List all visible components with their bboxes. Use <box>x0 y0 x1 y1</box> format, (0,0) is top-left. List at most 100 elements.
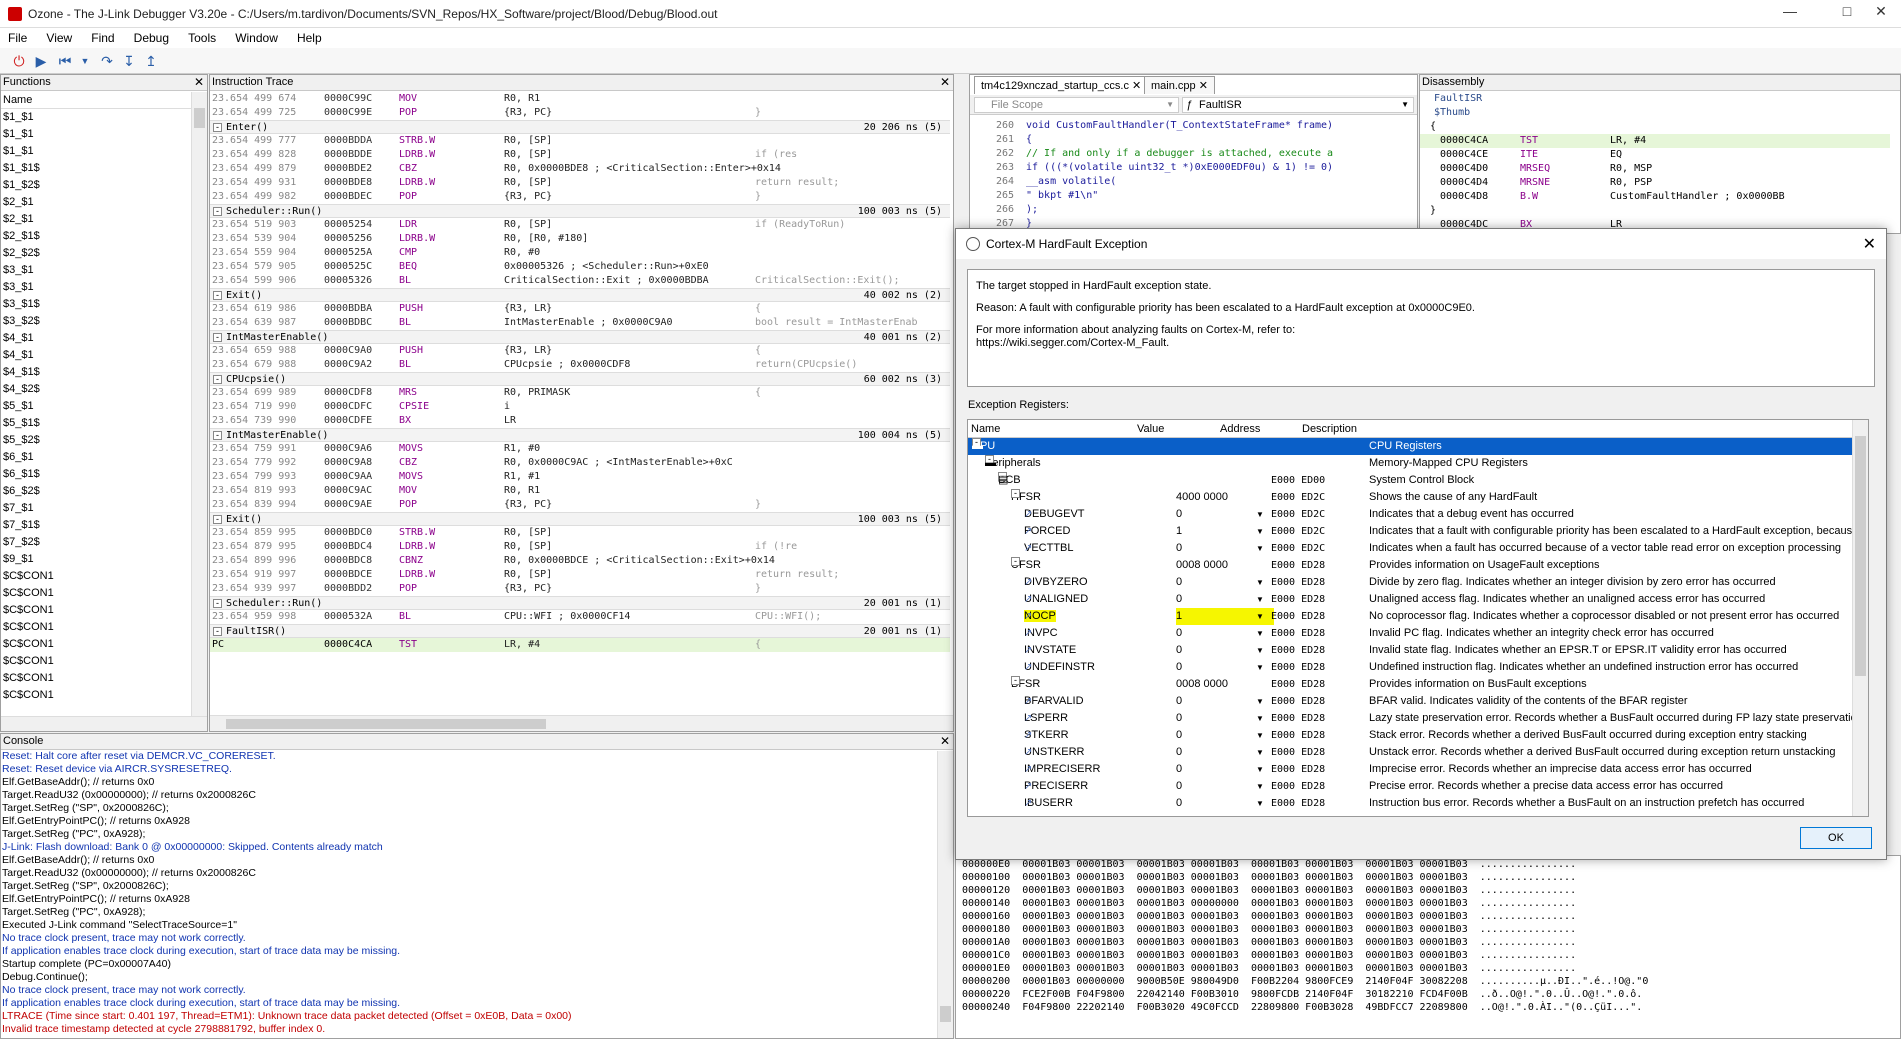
collapse-toggle-icon[interactable]: - <box>213 627 222 636</box>
trace-row[interactable]: 23.654 699 989 0000CDF8 MRS R0, PRIMASK { <box>210 386 950 400</box>
chevron-down-icon[interactable]: ▼ <box>1256 761 1264 778</box>
memory-row[interactable]: 000001A0 00001B03 00001B03 00001B03 0000… <box>956 936 1648 949</box>
function-list-item[interactable]: $1_$1$ <box>1 160 191 177</box>
memory-row[interactable]: 00000200 00001B03 00000000 9000B50E 9800… <box>956 975 1648 988</box>
collapse-toggle-icon[interactable]: - <box>213 431 222 440</box>
trace-row[interactable]: 23.654 779 992 0000C9A8 CBZ R0, 0x0000C9AC … <box>210 456 950 470</box>
memory-row[interactable]: 000001E0 00001B03 00001B03 00001B03 0000… <box>956 962 1648 975</box>
function-list-item[interactable]: $1_$1 <box>1 109 191 126</box>
trace-row[interactable]: 23.654 759 991 0000C9A6 MOVS R1, #0 <box>210 442 950 456</box>
functions-column-name[interactable]: Name <box>1 92 191 109</box>
console-scrollbar[interactable] <box>937 751 953 1038</box>
trace-row[interactable]: 23.654 659 988 0000C9A0 PUSH {R3, LR} { <box>210 344 950 358</box>
function-list-item[interactable]: $5_$1 <box>1 398 191 415</box>
trace-row[interactable]: 23.654 939 997 0000BDD2 POP {R3, PC}} <box>210 582 950 596</box>
function-list-item[interactable]: $C$CON1 <box>1 602 191 619</box>
trace-row[interactable]: 23.654 559 904 0000525A CMP R0, #0 <box>210 246 950 260</box>
function-list-item[interactable]: $3_$1 <box>1 262 191 279</box>
trace-row[interactable]: 23.654 579 905 0000525C BEQ 0x00005326 ; <S… <box>210 260 950 274</box>
function-list-item[interactable]: $6_$2$ <box>1 483 191 500</box>
minimize-button[interactable]: — <box>1770 3 1810 25</box>
chevron-down-icon[interactable]: ▼ <box>1256 642 1264 659</box>
disassembly-line[interactable]: 0000C4CA TST LR, #4 <box>1420 134 1890 148</box>
trace-group-header[interactable]: - CPUcpsie() 60 002 ns (3) <box>210 372 950 386</box>
register-row[interactable]: - BFSR 0008 0000 E000 ED28 Provides informat… <box>968 676 1853 693</box>
memory-row[interactable]: 00000120 00001B03 00001B03 00001B03 0000… <box>956 884 1648 897</box>
function-list-item[interactable]: $2_$1 <box>1 211 191 228</box>
trace-row[interactable]: 23.654 639 987 0000BDBC BL IntMasterEnable … <box>210 316 950 330</box>
disassembly-line[interactable]: 0000C4CE ITE EQ <box>1420 148 1890 162</box>
function-list-item[interactable]: $2_$2$ <box>1 245 191 262</box>
close-icon[interactable]: ✕ <box>940 734 950 749</box>
disassembly-line[interactable]: { <box>1420 120 1890 134</box>
resume-icon[interactable]: ▶ <box>32 52 50 70</box>
trace-row[interactable]: 23.654 799 993 0000C9AA MOVS R1, #1 <box>210 470 950 484</box>
register-row[interactable]: ↗ UNDEFINSTR 0 ▼ E000 ED28 Undefined instruct… <box>968 659 1853 676</box>
trace-row[interactable]: 23.654 499 931 0000BDE8 LDRB.W R0, [SP] retu… <box>210 176 950 190</box>
chevron-down-icon[interactable]: ▼ <box>1256 608 1264 625</box>
function-list-item[interactable]: $5_$1$ <box>1 415 191 432</box>
register-row[interactable]: ↗ IBUSERR 0 ▼ E000 ED28 Instruction bus error… <box>968 795 1853 812</box>
collapse-toggle-icon[interactable]: - <box>213 207 222 216</box>
register-row[interactable]: ↗ VECTTBL 0 ▼ E000 ED2C Indicates when a faul… <box>968 540 1853 557</box>
menu-debug[interactable]: Debug <box>126 28 177 48</box>
register-row[interactable]: - UFSR 0008 0000 E000 ED28 Provides informat… <box>968 557 1853 574</box>
register-row[interactable]: - ▬ Peripherals Memory-Mapped CPU Registers <box>968 455 1853 472</box>
collapse-toggle-icon[interactable]: - <box>213 515 222 524</box>
memory-row[interactable]: 00000140 00001B03 00001B03 00001B03 0000… <box>956 897 1648 910</box>
step-out-icon[interactable]: ↥ <box>142 52 160 70</box>
menu-find[interactable]: Find <box>83 28 122 48</box>
trace-row[interactable]: 23.654 499 725 0000C99E POP {R3, PC}} <box>210 106 950 120</box>
disassembly-line[interactable]: FaultISR <box>1420 92 1890 106</box>
register-row[interactable]: ↗ STKERR 0 ▼ E000 ED28 Stack error. Records w… <box>968 727 1853 744</box>
menu-help[interactable]: Help <box>289 28 330 48</box>
register-row[interactable]: ↗ DIVBYZERO 0 ▼ E000 ED28 Divide by zero flag… <box>968 574 1853 591</box>
register-row[interactable]: ↗ INVSTATE 0 ▼ E000 ED28 Invalid state flag. … <box>968 642 1853 659</box>
functions-scrollbar[interactable] <box>191 92 207 716</box>
collapse-toggle-icon[interactable]: - <box>213 599 222 608</box>
function-list-item[interactable]: $7_$2$ <box>1 534 191 551</box>
register-row[interactable]: ↗ INVPC 0 ▼ E000 ED28 Invalid PC flag. Indica… <box>968 625 1853 642</box>
register-row[interactable]: ↗ BFARVALID 0 ▼ E000 ED28 BFAR valid. Indicat… <box>968 693 1853 710</box>
function-list-item[interactable]: $C$CON1 <box>1 585 191 602</box>
trace-row[interactable]: 23.654 499 777 0000BDDA STRB.W R0, [SP] <box>210 134 950 148</box>
memory-row[interactable]: 00000100 00001B03 00001B03 00001B03 0000… <box>956 871 1648 884</box>
close-icon[interactable]: ✕ <box>194 75 204 90</box>
chevron-down-icon[interactable]: ▼ <box>1256 710 1264 727</box>
trace-row[interactable]: 23.654 499 879 0000BDE2 CBZ R0, 0x0000BDE8 … <box>210 162 950 176</box>
function-list-item[interactable]: $C$CON1 <box>1 568 191 585</box>
trace-row[interactable]: 23.654 819 993 0000C9AC MOV R0, R1 <box>210 484 950 498</box>
col-value[interactable]: Value <box>1137 423 1164 435</box>
functions-hscrollbar[interactable] <box>1 716 207 731</box>
function-list-item[interactable]: $6_$1 <box>1 449 191 466</box>
trace-row[interactable]: 23.654 879 995 0000BDC4 LDRB.W R0, [SP] if (… <box>210 540 950 554</box>
col-address[interactable]: Address <box>1220 423 1260 435</box>
trace-row[interactable]: 23.654 499 982 0000BDEC POP {R3, PC}} <box>210 190 950 204</box>
function-list-item[interactable]: $2_$1 <box>1 194 191 211</box>
collapse-toggle-icon[interactable]: - <box>213 333 222 342</box>
function-list-item[interactable]: $C$CON1 <box>1 653 191 670</box>
trace-row[interactable]: 23.654 679 988 0000C9A2 BL CPUcpsie ; 0x000… <box>210 358 950 372</box>
register-row[interactable]: ↗ DEBUGEVT 0 ▼ E000 ED2C Indicates that a deb… <box>968 506 1853 523</box>
memory-row[interactable]: 00000220 FCE2F00B F04F9800 22042140 F00B… <box>956 988 1648 1001</box>
trace-group-header[interactable]: - Exit() 40 002 ns (2) <box>210 288 950 302</box>
chevron-down-icon[interactable]: ▼ <box>1256 795 1264 812</box>
function-list-item[interactable]: $4_$2$ <box>1 381 191 398</box>
function-list-item[interactable]: $7_$1 <box>1 500 191 517</box>
register-row[interactable]: ↗ PRECISERR 0 ▼ E000 ED28 Precise error. Reco… <box>968 778 1853 795</box>
trace-row[interactable]: 23.654 859 995 0000BDC0 STRB.W R0, [SP] <box>210 526 950 540</box>
function-list-item[interactable]: $3_$1$ <box>1 296 191 313</box>
function-list-item[interactable]: $C$CON1 <box>1 636 191 653</box>
register-row[interactable]: ↗ FORCED 1 ▼ E000 ED2C Indicates that a fault… <box>968 523 1858 540</box>
function-list-item[interactable]: $6_$1$ <box>1 466 191 483</box>
function-list-item[interactable]: $3_$1 <box>1 279 191 296</box>
chevron-down-icon[interactable]: ▼ <box>1256 744 1264 761</box>
reset-icon[interactable]: ⏮ <box>56 52 74 70</box>
close-window-button[interactable]: ✕ <box>1861 3 1901 25</box>
collapse-toggle-icon[interactable]: - <box>213 291 222 300</box>
chevron-down-icon[interactable]: ▼ <box>1256 574 1264 591</box>
function-list-item[interactable]: $5_$2$ <box>1 432 191 449</box>
expand-toggle-icon[interactable]: - <box>1011 489 1020 498</box>
function-list-item[interactable]: $7_$1$ <box>1 517 191 534</box>
menu-view[interactable]: View <box>38 28 80 48</box>
